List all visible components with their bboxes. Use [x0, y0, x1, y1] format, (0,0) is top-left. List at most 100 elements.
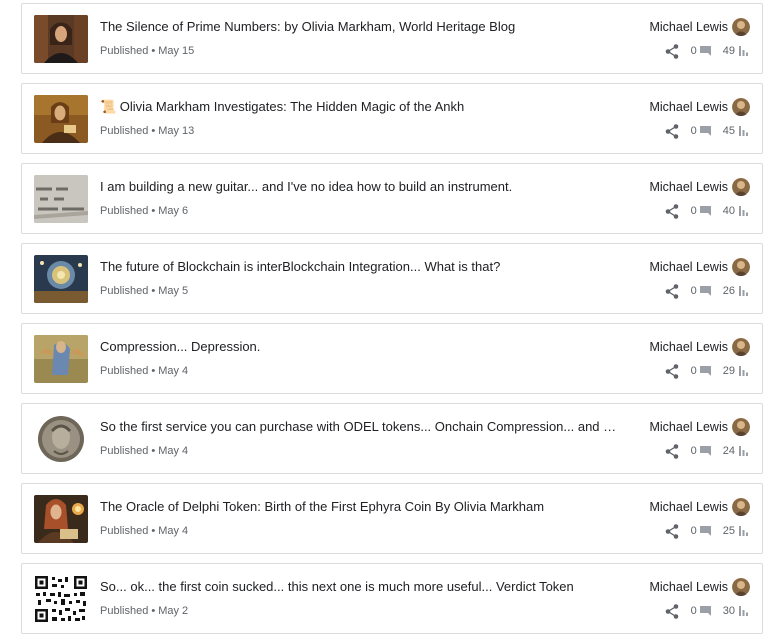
comment-count: 0: [690, 45, 697, 57]
share-icon[interactable]: [665, 43, 679, 59]
avatar[interactable]: [732, 178, 750, 196]
comment-count: 0: [690, 125, 697, 137]
author-name[interactable]: Michael Lewis: [649, 420, 728, 434]
view-count: 29: [722, 365, 735, 377]
post-stats: 0 49: [665, 42, 748, 60]
share-icon[interactable]: [665, 523, 679, 539]
author-name[interactable]: Michael Lewis: [649, 20, 728, 34]
bar-chart-icon: [739, 206, 748, 216]
avatar[interactable]: [732, 498, 750, 516]
post-author[interactable]: Michael Lewis: [649, 256, 750, 278]
avatar[interactable]: [732, 338, 750, 356]
post-title[interactable]: I am building a new guitar... and I've n…: [100, 178, 620, 196]
post-thumbnail[interactable]: [34, 415, 88, 463]
comment-count: 0: [690, 205, 697, 217]
post-thumbnail[interactable]: [34, 335, 88, 383]
post-meta: Published • May 2: [100, 605, 189, 617]
post-meta: Published • May 6: [100, 205, 189, 217]
avatar[interactable]: [732, 418, 750, 436]
share-icon[interactable]: [665, 203, 679, 219]
author-name[interactable]: Michael Lewis: [649, 180, 728, 194]
comment-icon[interactable]: [699, 206, 711, 216]
post-thumbnail[interactable]: [34, 175, 88, 223]
post-author[interactable]: Michael Lewis: [649, 176, 750, 198]
post-date: May 4: [158, 365, 189, 377]
post-title[interactable]: The Oracle of Delphi Token: Birth of the…: [100, 498, 620, 516]
post-meta: Published • May 4: [100, 445, 189, 457]
share-icon[interactable]: [665, 603, 679, 619]
post-stats: 0 40: [665, 202, 748, 220]
author-name[interactable]: Michael Lewis: [649, 260, 728, 274]
post-date: May 5: [158, 285, 189, 297]
comment-icon[interactable]: [699, 46, 711, 56]
post-author[interactable]: Michael Lewis: [649, 96, 750, 118]
comment-count: 0: [690, 365, 697, 377]
post-author[interactable]: Michael Lewis: [649, 576, 750, 598]
avatar[interactable]: [732, 18, 750, 36]
avatar[interactable]: [732, 258, 750, 276]
post-date: May 2: [158, 605, 189, 617]
comment-count: 0: [690, 605, 697, 617]
post-thumbnail[interactable]: [34, 495, 88, 543]
post-date: May 13: [158, 125, 195, 137]
share-icon[interactable]: [665, 443, 679, 459]
post-card[interactable]: Compression... Depression. Published • May…: [21, 323, 763, 394]
view-count: 49: [722, 45, 735, 57]
post-status: Published: [100, 525, 149, 537]
comment-icon[interactable]: [699, 126, 711, 136]
avatar[interactable]: [732, 578, 750, 596]
author-name[interactable]: Michael Lewis: [649, 340, 728, 354]
avatar[interactable]: [732, 98, 750, 116]
comment-icon[interactable]: [699, 526, 711, 536]
bar-chart-icon: [739, 126, 748, 136]
post-author[interactable]: Michael Lewis: [649, 336, 750, 358]
post-meta: Published • May 4: [100, 525, 189, 537]
post-title[interactable]: 📜 Olivia Markham Investigates: The Hidde…: [100, 98, 620, 116]
post-card[interactable]: 📜 Olivia Markham Investigates: The Hidde…: [21, 83, 763, 154]
post-title[interactable]: The future of Blockchain is interBlockch…: [100, 258, 620, 276]
post-card[interactable]: The Oracle of Delphi Token: Birth of the…: [21, 483, 763, 554]
post-author[interactable]: Michael Lewis: [649, 16, 750, 38]
post-author[interactable]: Michael Lewis: [649, 496, 750, 518]
author-name[interactable]: Michael Lewis: [649, 500, 728, 514]
bar-chart-icon: [739, 366, 748, 376]
post-stats: 0 25: [665, 522, 748, 540]
post-title[interactable]: The Silence of Prime Numbers: by Olivia …: [100, 18, 620, 36]
post-thumbnail[interactable]: [34, 95, 88, 143]
post-author[interactable]: Michael Lewis: [649, 416, 750, 438]
author-name[interactable]: Michael Lewis: [649, 100, 728, 114]
view-count: 30: [722, 605, 735, 617]
view-count: 26: [722, 285, 735, 297]
post-stats: 0 24: [665, 442, 748, 460]
post-meta: Published • May 13: [100, 125, 195, 137]
bar-chart-icon: [739, 446, 748, 456]
post-card[interactable]: So the first service you can purchase wi…: [21, 403, 763, 474]
author-name[interactable]: Michael Lewis: [649, 580, 728, 594]
post-card[interactable]: The Silence of Prime Numbers: by Olivia …: [21, 3, 763, 74]
share-icon[interactable]: [665, 283, 679, 299]
post-stats: 0 26: [665, 282, 748, 300]
post-stats: 0 29: [665, 362, 748, 380]
post-thumbnail[interactable]: [34, 255, 88, 303]
comment-icon[interactable]: [699, 446, 711, 456]
post-title[interactable]: So... ok... the first coin sucked... thi…: [100, 578, 620, 596]
share-icon[interactable]: [665, 363, 679, 379]
post-date: May 4: [158, 525, 189, 537]
post-title[interactable]: So the first service you can purchase wi…: [100, 418, 620, 436]
post-card[interactable]: I am building a new guitar... and I've n…: [21, 163, 763, 234]
post-status: Published: [100, 125, 149, 137]
post-status: Published: [100, 285, 149, 297]
post-title[interactable]: Compression... Depression.: [100, 338, 620, 356]
comment-icon[interactable]: [699, 286, 711, 296]
comment-icon[interactable]: [699, 606, 711, 616]
share-icon[interactable]: [665, 123, 679, 139]
post-thumbnail[interactable]: [34, 15, 88, 63]
bar-chart-icon: [739, 606, 748, 616]
comment-icon[interactable]: [699, 366, 711, 376]
post-thumbnail[interactable]: [34, 575, 88, 623]
post-meta: Published • May 15: [100, 45, 195, 57]
bar-chart-icon: [739, 286, 748, 296]
post-card[interactable]: The future of Blockchain is interBlockch…: [21, 243, 763, 314]
post-card[interactable]: So... ok... the first coin sucked... thi…: [21, 563, 763, 634]
post-date: May 4: [158, 445, 189, 457]
